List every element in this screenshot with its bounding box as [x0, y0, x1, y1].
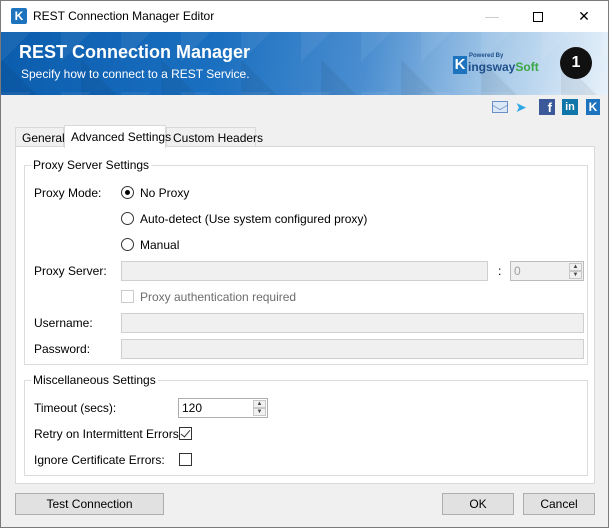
auto-detect-radio[interactable]: [121, 212, 134, 225]
advanced-settings-panel: Proxy Server Settings Proxy Mode: No Pro…: [15, 146, 595, 484]
cancel-button[interactable]: Cancel: [523, 493, 595, 515]
proxy-server-label: Proxy Server:: [34, 264, 107, 278]
auto-detect-label[interactable]: Auto-detect (Use system configured proxy…: [140, 212, 367, 226]
linkedin-icon[interactable]: in: [562, 99, 578, 115]
timeout-label: Timeout (secs):: [34, 401, 117, 415]
timeout-up-arrow-icon[interactable]: ▲: [253, 400, 266, 408]
proxy-port-stepper[interactable]: 0 ▲ ▼: [510, 261, 584, 281]
banner-title: REST Connection Manager: [19, 42, 251, 62]
banner-subtitle: Specify how to connect to a REST Service…: [21, 67, 250, 81]
ok-button[interactable]: OK: [442, 493, 514, 515]
proxy-group-legend: Proxy Server Settings: [31, 158, 152, 172]
window-title: REST Connection Manager Editor: [33, 9, 215, 23]
port-separator: :: [498, 264, 502, 278]
timeout-down-arrow-icon[interactable]: ▼: [253, 408, 266, 416]
test-connection-button[interactable]: Test Connection: [15, 493, 164, 515]
maximize-icon: [533, 12, 543, 23]
retry-checkbox[interactable]: [179, 427, 192, 440]
tab-advanced-settings[interactable]: Advanced Settings: [64, 125, 171, 148]
app-icon: K: [11, 8, 27, 24]
retry-label: Retry on Intermittent Errors:: [34, 427, 183, 441]
proxy-auth-label: Proxy authentication required: [140, 290, 297, 304]
port-up-arrow-icon[interactable]: ▲: [569, 263, 582, 271]
timeout-value: 120: [182, 401, 203, 415]
proxy-auth-checkbox[interactable]: [121, 290, 134, 303]
tab-custom-headers[interactable]: Custom Headers: [166, 127, 263, 147]
mail-icon[interactable]: [492, 101, 508, 113]
tab-general[interactable]: General: [15, 127, 65, 147]
ignore-cert-checkbox[interactable]: [179, 453, 192, 466]
twitter-icon[interactable]: ➤: [515, 99, 531, 115]
proxy-port-value: 0: [514, 264, 521, 278]
facebook-icon[interactable]: f: [539, 99, 555, 115]
timeout-spin-buttons: ▲ ▼: [253, 400, 266, 416]
miscellaneous-settings-group: Miscellaneous Settings Timeout (secs): 1…: [24, 373, 588, 476]
password-input[interactable]: [121, 339, 584, 359]
username-label: Username:: [34, 316, 93, 330]
minimize-button[interactable]: —: [469, 1, 515, 32]
no-proxy-label[interactable]: No Proxy: [140, 186, 189, 200]
username-input[interactable]: [121, 313, 584, 333]
step-badge: 1: [560, 47, 592, 79]
close-button[interactable]: ✕: [561, 1, 607, 32]
header-banner: REST Connection Manager Specify how to c…: [1, 32, 608, 95]
manual-radio[interactable]: [121, 238, 134, 251]
timeout-stepper[interactable]: 120 ▲ ▼: [178, 398, 268, 418]
manual-label[interactable]: Manual: [140, 238, 179, 252]
maximize-button[interactable]: [515, 1, 561, 32]
proxy-mode-label: Proxy Mode:: [34, 186, 102, 200]
logo-name: ingswaySoft: [468, 60, 539, 74]
ignore-cert-label: Ignore Certificate Errors:: [34, 453, 165, 467]
port-down-arrow-icon[interactable]: ▼: [569, 271, 582, 279]
port-spin-buttons: ▲ ▼: [569, 263, 582, 279]
title-bar: K REST Connection Manager Editor — ✕: [1, 1, 608, 32]
no-proxy-radio[interactable]: [121, 186, 134, 199]
misc-group-legend: Miscellaneous Settings: [31, 373, 158, 387]
logo-k-icon: K: [453, 56, 467, 74]
kingswaysoft-icon[interactable]: K: [586, 99, 600, 115]
proxy-server-settings-group: Proxy Server Settings Proxy Mode: No Pro…: [24, 158, 588, 365]
logo-powered-by: Powered By: [469, 53, 504, 59]
password-label: Password:: [34, 342, 91, 356]
proxy-server-input[interactable]: [121, 261, 488, 281]
dialog-window: K REST Connection Manager Editor — ✕ RES…: [0, 0, 609, 528]
